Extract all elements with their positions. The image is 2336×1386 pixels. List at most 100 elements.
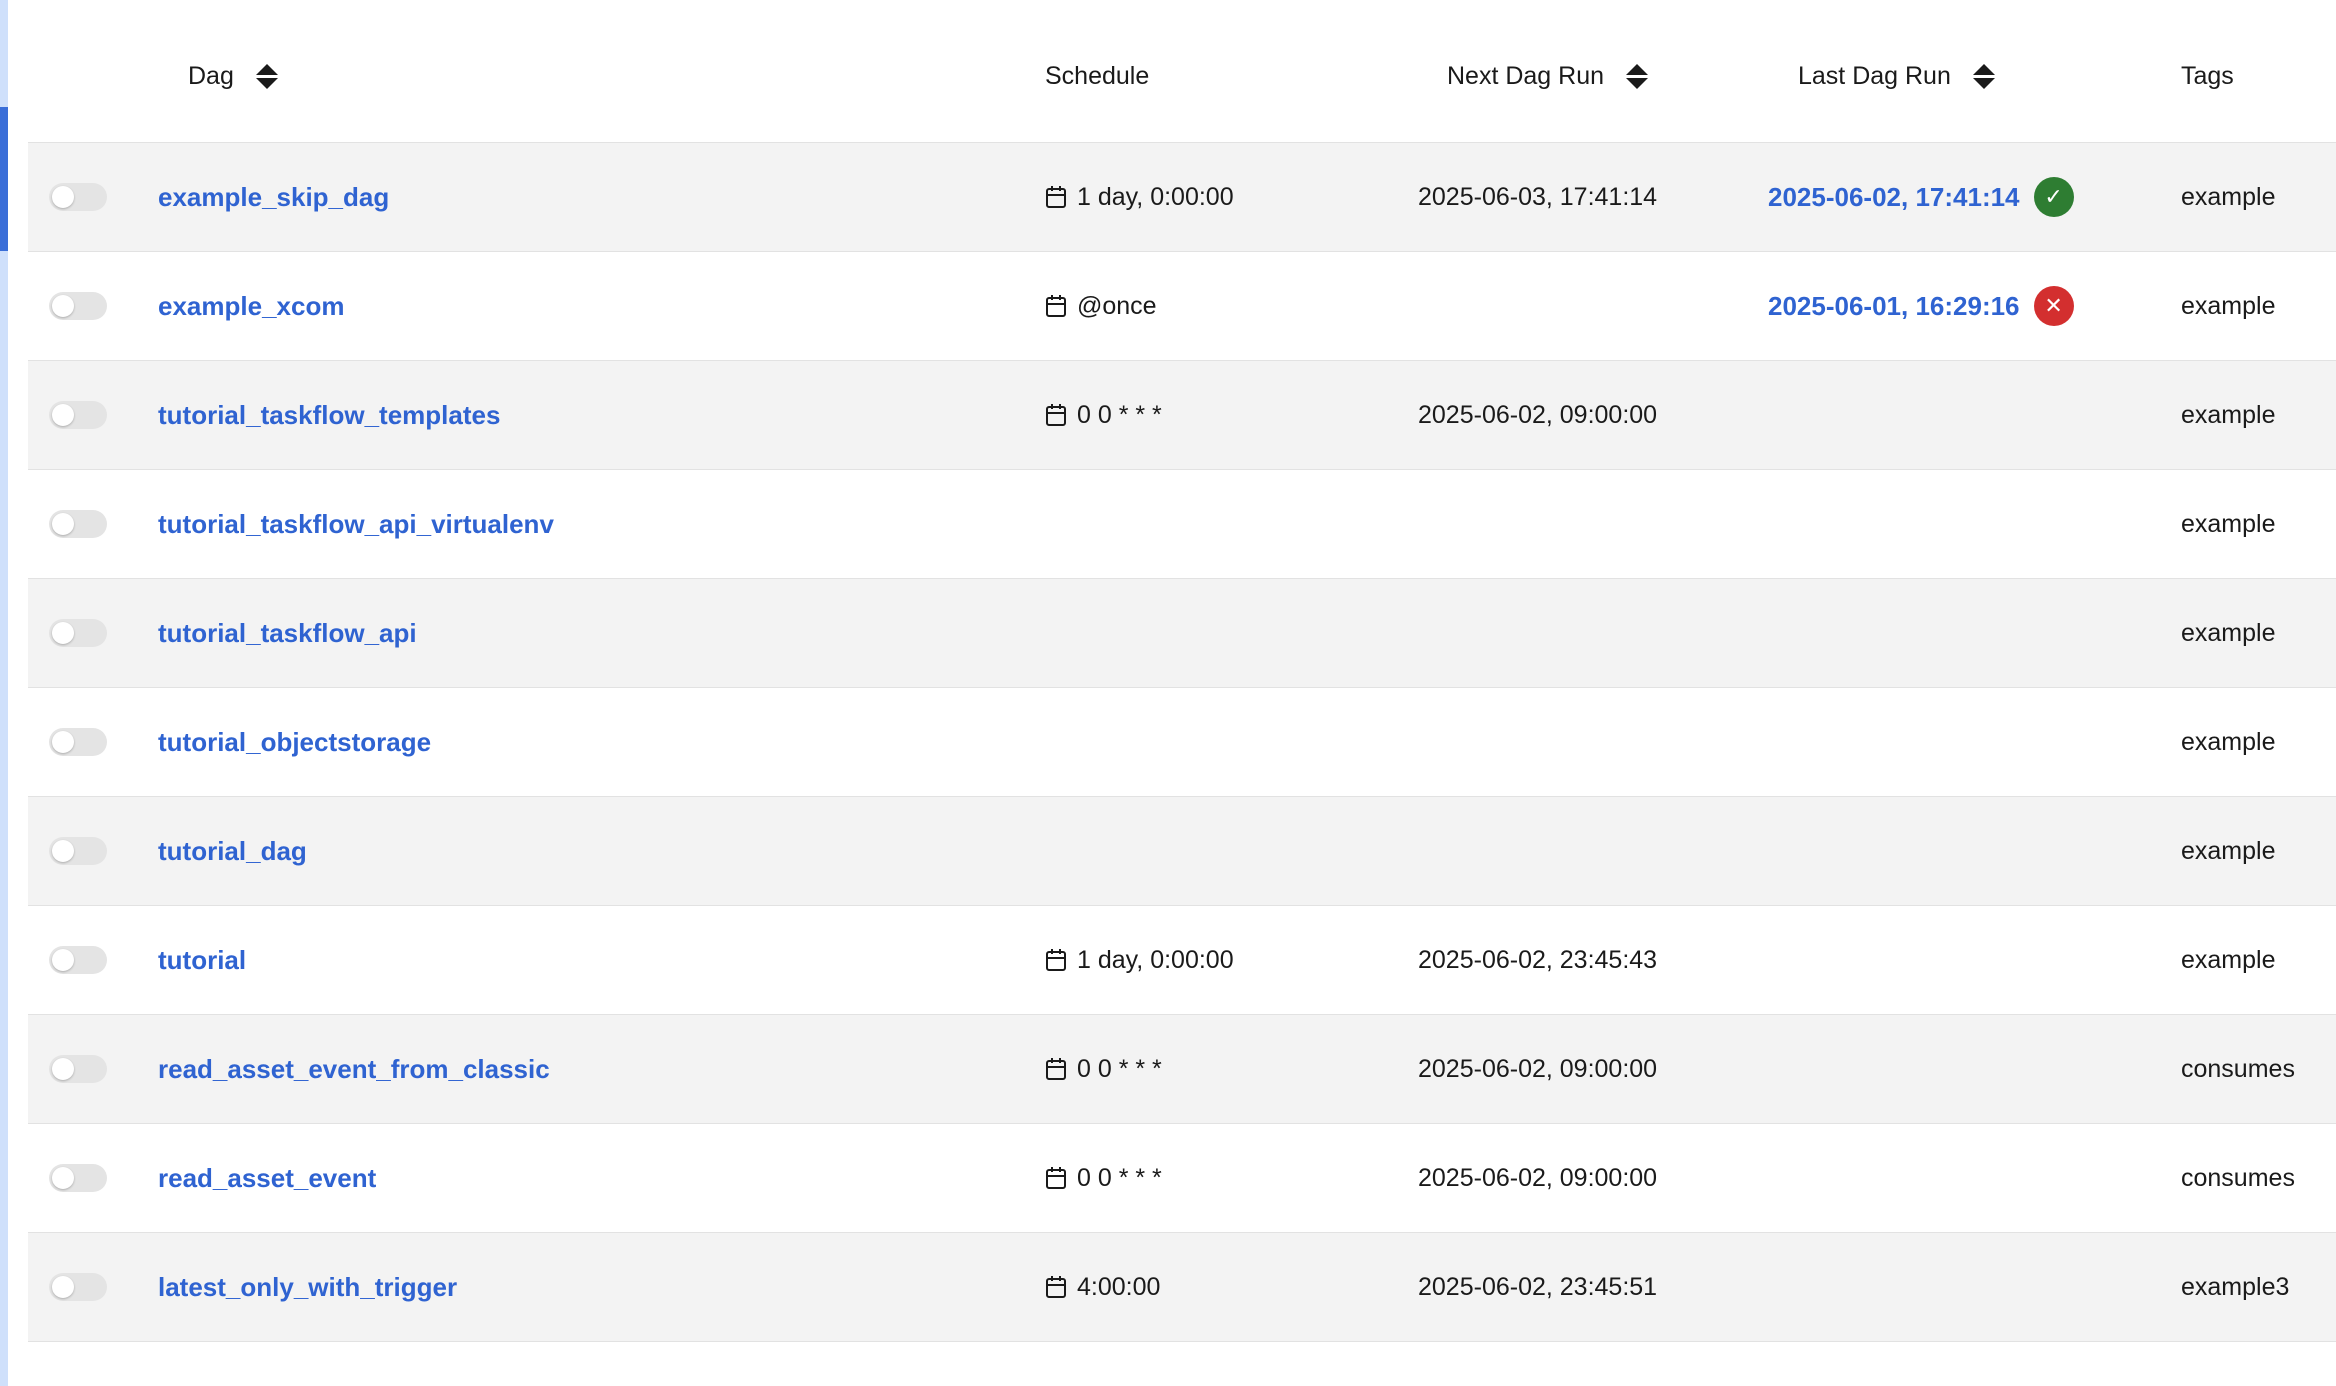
table-row: latest_only_with_trigger 4:00:00 2025-06-0… xyxy=(28,1233,2336,1342)
schedule-value: 1 day, 0:00:00 xyxy=(1077,945,1234,974)
dag-link[interactable]: tutorial_dag xyxy=(158,836,307,867)
column-header-last-run-label: Last Dag Run xyxy=(1798,61,1951,90)
schedule-cell: 0 0 * * * xyxy=(1045,361,1162,469)
dag-pause-toggle[interactable] xyxy=(49,946,107,974)
tag-label[interactable]: consumes xyxy=(2181,1164,2295,1193)
tags-cell: consumes xyxy=(2181,1124,2295,1232)
tags-cell: example xyxy=(2181,906,2276,1014)
toggle-knob xyxy=(52,622,74,644)
dag-link[interactable]: read_asset_event_from_classic xyxy=(158,1054,550,1085)
table-header: Dag Schedule Next Dag Run Last Dag Run T… xyxy=(28,0,2336,143)
dag-pause-toggle[interactable] xyxy=(49,619,107,647)
tags-cell: example xyxy=(2181,579,2276,687)
dag-pause-toggle[interactable] xyxy=(49,1055,107,1083)
toggle-knob xyxy=(52,295,74,317)
dag-link[interactable]: tutorial_taskflow_api_virtualenv xyxy=(158,509,554,540)
column-header-tags-label: Tags xyxy=(2181,61,2234,90)
sort-icon[interactable] xyxy=(255,63,278,89)
dag-pause-toggle[interactable] xyxy=(49,1273,107,1301)
schedule-cell: @once xyxy=(1045,252,1157,360)
column-header-dag-label: Dag xyxy=(188,61,234,90)
dag-pause-toggle[interactable] xyxy=(49,837,107,865)
tag-label[interactable]: example xyxy=(2181,837,2276,866)
table-row: tutorial_dag example xyxy=(28,797,2336,906)
schedule-value: 0 0 * * * xyxy=(1077,1054,1162,1083)
dag-pause-toggle[interactable] xyxy=(49,401,107,429)
calendar-icon xyxy=(1046,1276,1066,1298)
next-run-value: 2025-06-03, 17:41:14 xyxy=(1418,182,1658,211)
table-body: example_skip_dag 1 day, 0:00:00 2025-06-03… xyxy=(28,143,2336,1342)
schedule-cell: 1 day, 0:00:00 xyxy=(1045,906,1234,1014)
column-header-next-run[interactable]: Next Dag Run xyxy=(1447,0,1649,152)
next-run-value: 2025-06-02, 09:00:00 xyxy=(1418,1163,1658,1192)
dag-link[interactable]: example_skip_dag xyxy=(158,182,389,213)
dag-link[interactable]: example_xcom xyxy=(158,291,344,322)
dag-pause-toggle[interactable] xyxy=(49,183,107,211)
toggle-knob xyxy=(52,513,74,535)
tags-cell: example xyxy=(2181,688,2276,796)
tag-label[interactable]: example xyxy=(2181,510,2276,539)
last-run-link[interactable]: 2025-06-02, 17:41:14 xyxy=(1768,182,2020,213)
tag-label[interactable]: consumes xyxy=(2181,1055,2295,1084)
tag-label[interactable]: example xyxy=(2181,183,2276,212)
dag-pause-toggle[interactable] xyxy=(49,1164,107,1192)
table-row: tutorial_taskflow_templates 0 0 * * * 2025… xyxy=(28,361,2336,470)
dags-table: Dag Schedule Next Dag Run Last Dag Run T… xyxy=(28,0,2336,1342)
column-header-schedule-label: Schedule xyxy=(1045,61,1150,90)
tags-cell: example xyxy=(2181,143,2276,251)
dag-pause-toggle[interactable] xyxy=(49,728,107,756)
dag-link[interactable]: tutorial_taskflow_templates xyxy=(158,400,500,431)
toggle-knob xyxy=(52,1167,74,1189)
last-run-link[interactable]: 2025-06-01, 16:29:16 xyxy=(1768,291,2020,322)
tag-label[interactable]: example3 xyxy=(2181,1273,2289,1302)
dag-link[interactable]: tutorial xyxy=(158,945,246,976)
schedule-value: 1 day, 0:00:00 xyxy=(1077,182,1234,211)
next-run-cell: 2025-06-02, 09:00:00 xyxy=(1418,361,1657,469)
dag-link[interactable]: tutorial_taskflow_api xyxy=(158,618,417,649)
tags-cell: consumes xyxy=(2181,1015,2295,1123)
sort-icon[interactable] xyxy=(1972,63,1995,89)
dags-list-page: Dag Schedule Next Dag Run Last Dag Run T… xyxy=(0,0,2336,1386)
tags-cell: example xyxy=(2181,797,2276,905)
table-row: read_asset_event 0 0 * * * 2025-06-02, 09:… xyxy=(28,1124,2336,1233)
next-run-value: 2025-06-02, 09:00:00 xyxy=(1418,400,1658,429)
table-row: example_skip_dag 1 day, 0:00:00 2025-06-03… xyxy=(28,143,2336,252)
column-header-dag[interactable]: Dag xyxy=(188,0,278,152)
tags-cell: example3 xyxy=(2181,1233,2289,1341)
column-header-last-run[interactable]: Last Dag Run xyxy=(1798,0,1995,152)
dag-pause-toggle[interactable] xyxy=(49,292,107,320)
schedule-cell: 0 0 * * * xyxy=(1045,1015,1162,1123)
schedule-value: 0 0 * * * xyxy=(1077,1163,1162,1192)
left-rail-active-indicator xyxy=(0,107,8,251)
dag-link[interactable]: tutorial_objectstorage xyxy=(158,727,431,758)
toggle-knob xyxy=(52,1058,74,1080)
next-run-cell: 2025-06-02, 09:00:00 xyxy=(1418,1124,1657,1232)
table-row: tutorial_taskflow_api_virtualenv example xyxy=(28,470,2336,579)
check-circle-icon: ✓ xyxy=(2033,177,2074,217)
last-run-cell: 2025-06-02, 17:41:14 ✓ xyxy=(1768,143,2074,251)
next-run-value: 2025-06-02, 23:45:43 xyxy=(1418,945,1658,974)
dag-link[interactable]: read_asset_event xyxy=(158,1163,376,1194)
next-run-cell: 2025-06-02, 23:45:51 xyxy=(1418,1233,1657,1341)
tag-label[interactable]: example xyxy=(2181,401,2276,430)
tag-label[interactable]: example xyxy=(2181,619,2276,648)
tag-label[interactable]: example xyxy=(2181,728,2276,757)
sort-icon[interactable] xyxy=(1626,63,1649,89)
dag-link[interactable]: latest_only_with_trigger xyxy=(158,1272,457,1303)
table-row: tutorial 1 day, 0:00:00 2025-06-02, 23:45:… xyxy=(28,906,2336,1015)
column-header-tags: Tags xyxy=(2181,0,2234,152)
next-run-value: 2025-06-02, 09:00:00 xyxy=(1418,1054,1658,1083)
schedule-value: 4:00:00 xyxy=(1077,1272,1161,1301)
column-header-next-run-label: Next Dag Run xyxy=(1447,61,1605,90)
tag-label[interactable]: example xyxy=(2181,946,2276,975)
next-run-cell: 2025-06-03, 17:41:14 xyxy=(1418,143,1657,251)
schedule-cell: 0 0 * * * xyxy=(1045,1124,1162,1232)
schedule-cell: 1 day, 0:00:00 xyxy=(1045,143,1234,251)
next-run-cell: 2025-06-02, 09:00:00 xyxy=(1418,1015,1657,1123)
tag-label[interactable]: example xyxy=(2181,292,2276,321)
toggle-knob xyxy=(52,1276,74,1298)
calendar-icon xyxy=(1046,404,1066,426)
dag-pause-toggle[interactable] xyxy=(49,510,107,538)
x-circle-icon: ✕ xyxy=(2033,286,2074,326)
calendar-icon xyxy=(1046,1167,1066,1189)
